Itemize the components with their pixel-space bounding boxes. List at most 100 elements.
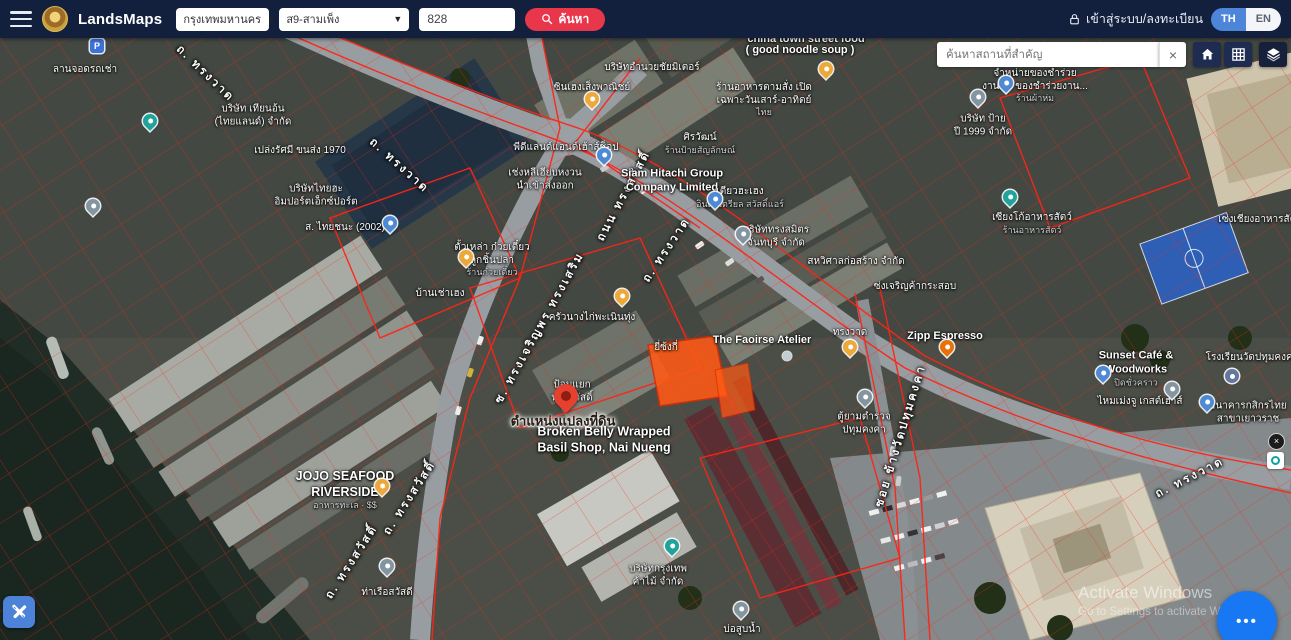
place-pin[interactable]	[968, 87, 988, 107]
grid-icon	[1231, 47, 1246, 62]
food-pin[interactable]	[840, 337, 860, 357]
food-pin[interactable]	[372, 476, 392, 496]
measure-tools-icon	[9, 602, 29, 622]
chevron-down-icon: ▼	[267, 14, 276, 24]
food-pin[interactable]	[582, 89, 602, 109]
map-label: Siam Hitachi Group Company Limited	[621, 167, 723, 195]
map-label: ธนาคารกสิกรไทย สาขาเยาวราช	[1209, 401, 1286, 426]
shop-pin[interactable]	[1093, 363, 1113, 383]
map-label: เช่งหลีเฮียบหงวน นำเข้าส่งออก	[508, 168, 581, 193]
map-label: ตู้ยามตำรวจ ปทุมคงคา	[837, 412, 891, 437]
map-label: เซียงโก้อาหารสัตว์ร้านอาหารสัตว์	[992, 212, 1072, 236]
street-label: ถ. ทรงวาด	[173, 43, 237, 106]
map-label: จำหน่ายของชำร่วย งานศพ ของชำร่วยงาน...ร้…	[982, 68, 1088, 104]
place-pin[interactable]	[83, 196, 103, 216]
map-sheet-select[interactable]: ส9-สามเพ็ง ▼	[279, 8, 409, 31]
map-label: สหวิศาลก่อสร้าง จำกัด	[807, 256, 904, 269]
map-label: Sunset Café & Woodworksปิดชั่วคราว	[1099, 350, 1174, 389]
layers-icon	[1266, 47, 1281, 62]
streetview-control[interactable]	[1267, 452, 1284, 469]
landsmaps-app: LandsMaps กรุงเทพมหานคร ▼ ส9-สามเพ็ง ▼ ค…	[0, 0, 1291, 640]
map-label: บ้านเช่าเฮง	[415, 288, 464, 301]
province-select-value: กรุงเทพมหานคร	[183, 10, 261, 28]
layers-button[interactable]	[1259, 42, 1287, 67]
grid-button[interactable]	[1224, 42, 1252, 67]
map-label: บริษัทไทยฮะ อิมปอร์ตเอ็กซ์ปอร์ต	[274, 184, 357, 209]
company-pin[interactable]	[662, 536, 682, 556]
map-sheet-select-value: ส9-สามเพ็ง	[286, 10, 339, 28]
food-pin[interactable]	[456, 247, 476, 267]
home-icon	[1200, 47, 1215, 62]
street-label: ถ. ทรงวาด	[640, 215, 694, 286]
place-pin[interactable]	[733, 224, 753, 244]
street-label: ถ. ทรงวาด	[1153, 454, 1227, 501]
menu-icon[interactable]	[10, 11, 32, 27]
map-label: ทรงวาด	[833, 327, 868, 340]
magnifier-icon	[541, 13, 553, 25]
map-label: ร้านอาหารตามสั่ง เปิด เฉพาะวันเสาร์-อาทิ…	[716, 82, 812, 118]
map-label: บริษัทอำนวยชัยมิเตอร์	[604, 62, 699, 75]
cafe-pin[interactable]	[1162, 379, 1182, 399]
language-toggle: TH EN	[1211, 8, 1281, 31]
shop-pin[interactable]	[1000, 187, 1020, 207]
brand-title: LandsMaps	[78, 11, 162, 28]
map-label: ยี่ซ้งกี่	[654, 342, 678, 355]
shop-pin[interactable]	[705, 189, 725, 209]
shop-pin[interactable]	[594, 145, 614, 165]
map-toolbar: ×	[937, 42, 1287, 67]
bank-pin[interactable]	[1197, 392, 1217, 412]
place-pin[interactable]	[783, 352, 792, 361]
place-pin[interactable]	[140, 111, 160, 131]
map-label: ลานจอดรถเช่า	[53, 64, 117, 77]
map-label: บริษัททรงสมิตร จันทบุรี จำกัด	[743, 225, 809, 250]
school-pin[interactable]	[1225, 369, 1239, 383]
cafe-pin[interactable]	[937, 337, 957, 357]
pier-pin[interactable]	[377, 556, 397, 576]
map-label: เซ่งเชียงอาหารสัตว์	[1218, 214, 1291, 227]
map-label: ครัวนางไก่พะเนินทุ่ง	[549, 312, 636, 325]
map-label: บ่อสูบน้ำ	[723, 624, 760, 637]
street-label: ถ. ทรงสวัสดิ์	[381, 458, 440, 538]
map-label: บริษัทกรุงเทพ ค้าไม้ จำกัด	[629, 564, 687, 589]
map-label: เปล่งรัศมี ขนส่ง 1970	[254, 145, 346, 158]
login-link[interactable]: เข้าสู่ระบบ/ลงทะเบียน	[1068, 9, 1203, 29]
street-label: ซอย ข้างวัดปทุมคงคา	[872, 363, 929, 509]
close-icon[interactable]: ×	[1269, 434, 1284, 449]
map-label: ซ่งเจริญค้ากระสอบ	[874, 281, 956, 294]
selected-parcel-label: ตำแหน่งแปลงที่ดิน	[511, 411, 616, 432]
map-label: โรงเรียนวัดปทุมคงคา	[1206, 352, 1291, 365]
parcel-number-input[interactable]	[419, 8, 515, 31]
map-label: ท่าเรือสวัสดี	[361, 587, 412, 600]
province-select[interactable]: กรุงเทพมหานคร ▼	[176, 8, 269, 31]
lang-th-button[interactable]: TH	[1211, 8, 1246, 31]
shop-pin[interactable]	[996, 73, 1016, 93]
street-label: ถ. ทรงสวัสดิ์	[323, 522, 382, 602]
landsmaps-logo	[42, 6, 68, 32]
top-navbar: LandsMaps กรุงเทพมหานคร ▼ ส9-สามเพ็ง ▼ ค…	[0, 0, 1291, 38]
street-label: ถ. ทรงวาด	[366, 135, 432, 196]
shop-pin[interactable]	[380, 213, 400, 233]
parking-pin[interactable]: P	[90, 39, 104, 53]
map-label: The Faoirse Atelier	[713, 334, 812, 348]
login-label: เข้าสู่ระบบ/ลงทะเบียน	[1086, 9, 1203, 29]
chevron-down-icon: ▼	[393, 14, 402, 24]
home-extent-button[interactable]	[1193, 42, 1221, 67]
map-label: บริษัท ป้าย ปี 1999 จำกัด	[954, 114, 1012, 139]
place-search-input[interactable]	[937, 42, 1159, 67]
lang-en-button[interactable]: EN	[1246, 8, 1281, 31]
search-button-label: ค้นหา	[558, 10, 589, 29]
map-label: บริษัท เทียนอ้น (ไทยแลนด์) จำกัด	[215, 104, 292, 129]
street-label: ซ. ทรงเจริญพร ทรงเสริม	[492, 250, 588, 407]
police-box-pin[interactable]	[855, 387, 875, 407]
measure-tools-button[interactable]	[3, 596, 35, 628]
food-pin[interactable]	[612, 286, 632, 306]
place-pin[interactable]	[731, 599, 751, 619]
map-canvas[interactable]: ถ. ทรงวาดถ. ทรงวาดถนน ทรงสวัสดิ์ถ. ทรงวา…	[0, 38, 1291, 640]
food-pin[interactable]	[816, 59, 836, 79]
map-label: china town street food	[747, 38, 864, 47]
clear-search-button[interactable]: ×	[1159, 42, 1186, 67]
map-label: ส. ไทยชนะ (2002)	[305, 222, 385, 235]
search-button[interactable]: ค้นหา	[525, 8, 605, 31]
lock-icon	[1068, 13, 1081, 26]
map-label-layer: ถ. ทรงวาดถ. ทรงวาดถนน ทรงสวัสดิ์ถ. ทรงวา…	[0, 38, 1291, 640]
